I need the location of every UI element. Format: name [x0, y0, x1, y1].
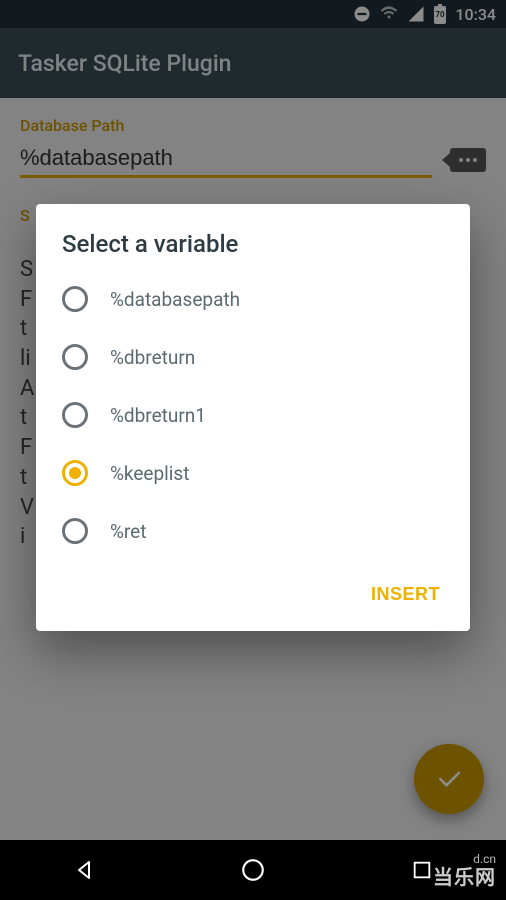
home-button[interactable]	[233, 850, 273, 890]
variable-option[interactable]: %keeplist	[36, 444, 470, 502]
radio-icon	[62, 402, 88, 428]
select-variable-dialog: Select a variable %databasepath %dbretur…	[36, 204, 470, 631]
back-icon	[72, 858, 96, 882]
variable-option[interactable]: %ret	[36, 502, 470, 560]
back-button[interactable]	[64, 850, 104, 890]
variable-option[interactable]: %databasepath	[36, 270, 470, 328]
recents-icon	[411, 859, 433, 881]
android-nav-bar: d.cn 当乐网	[0, 840, 506, 900]
variable-option[interactable]: %dbreturn	[36, 328, 470, 386]
variable-option-label: %dbreturn	[110, 346, 195, 369]
variable-option-label: %dbreturn1	[110, 404, 206, 427]
variable-option[interactable]: %dbreturn1	[36, 386, 470, 444]
watermark-brand: 当乐网	[433, 861, 496, 890]
variable-option-label: %databasepath	[110, 288, 240, 311]
insert-button[interactable]: INSERT	[363, 578, 448, 611]
radio-icon	[62, 460, 88, 486]
variable-option-label: %ret	[110, 520, 146, 543]
radio-icon	[62, 344, 88, 370]
dialog-title: Select a variable	[36, 230, 470, 270]
home-icon	[240, 857, 266, 883]
radio-icon	[62, 286, 88, 312]
radio-icon	[62, 518, 88, 544]
variable-option-label: %keeplist	[110, 462, 189, 485]
